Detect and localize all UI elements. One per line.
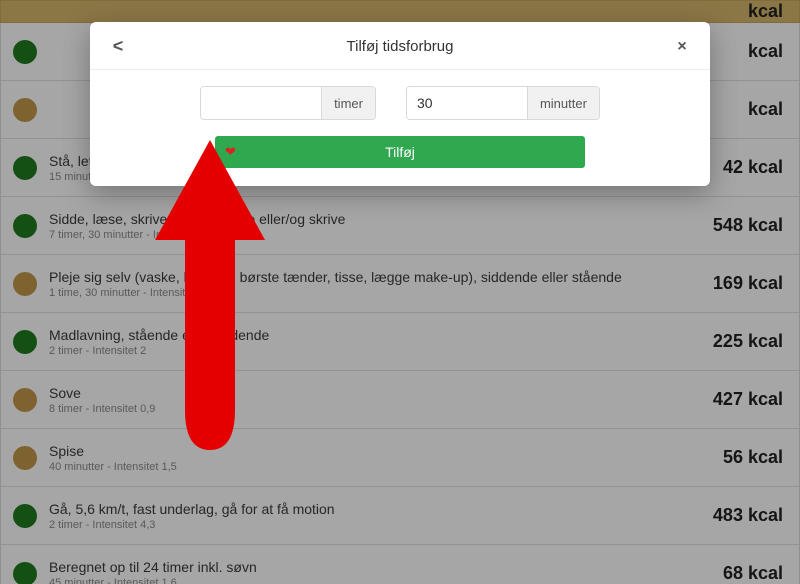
minutes-input[interactable] <box>407 87 527 119</box>
hours-input[interactable] <box>201 87 321 119</box>
time-modal: < Tilføj tidsforbrug × timer minutter ❤ … <box>90 22 710 186</box>
modal-add-button[interactable]: ❤ Tilføj <box>215 136 585 168</box>
heart-icon: ❤ <box>225 144 236 160</box>
minutes-input-group: minutter <box>406 86 600 120</box>
modal-add-label: Tilføj <box>385 144 415 160</box>
minutes-unit-label: minutter <box>527 87 599 119</box>
modal-close-button[interactable]: × <box>670 38 694 56</box>
time-inputs: timer minutter <box>106 86 694 120</box>
modal-back-button[interactable]: < <box>106 36 130 57</box>
hours-input-group: timer <box>200 86 376 120</box>
modal-header: < Tilføj tidsforbrug × <box>90 22 710 70</box>
modal-title: Tilføj tidsforbrug <box>347 38 454 55</box>
modal-body: timer minutter ❤ Tilføj <box>90 70 710 168</box>
hours-unit-label: timer <box>321 87 375 119</box>
